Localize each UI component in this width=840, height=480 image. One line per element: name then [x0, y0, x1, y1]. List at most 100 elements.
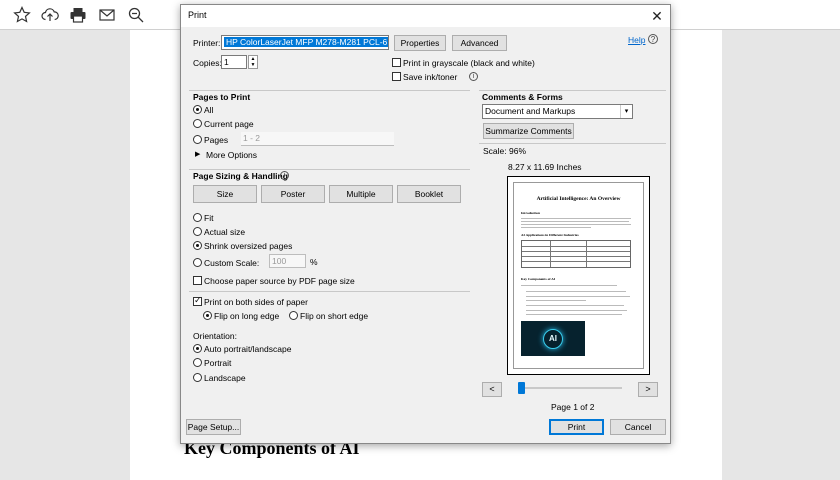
comments-forms-value: Document and Markups [485, 106, 576, 116]
shrink-radio[interactable] [193, 241, 202, 250]
comments-forms-heading: Comments & Forms [482, 92, 563, 102]
pages-all-radio[interactable] [193, 105, 202, 114]
short-edge-label: Flip on short edge [300, 311, 369, 321]
dialog-titlebar[interactable]: Print ✕ [181, 5, 670, 27]
preview-section-components: Key Components of AI [521, 277, 556, 281]
star-icon[interactable] [12, 5, 32, 25]
duplex-checkbox[interactable] [193, 295, 202, 306]
prev-page-button[interactable]: < [482, 382, 502, 397]
preview-ai-image-text: AI [543, 329, 563, 349]
page-indicator: Page 1 of 2 [551, 402, 595, 412]
printer-select[interactable]: HP ColorLaserJet MFP M278-M281 PCL-6 (V4… [221, 35, 389, 50]
dialog-title: Print [188, 10, 207, 20]
booklet-tab[interactable]: Booklet [397, 185, 461, 203]
comments-forms-select[interactable]: Document and Markups ▾ [482, 104, 633, 119]
short-edge-radio[interactable] [289, 311, 298, 320]
page-slider-track[interactable] [525, 387, 622, 389]
poster-tab[interactable]: Poster [261, 185, 325, 203]
landscape-label: Landscape [204, 373, 246, 383]
upload-icon[interactable] [40, 5, 60, 25]
help-link[interactable]: Help [628, 35, 645, 45]
duplex-label: Print on both sides of paper [204, 297, 308, 307]
preview-page-content: Artificial Intelligence: An Overview Int… [513, 182, 644, 369]
preview-ai-image: AI [521, 321, 585, 356]
long-edge-label: Flip on long edge [214, 311, 280, 321]
portrait-radio[interactable] [193, 358, 202, 367]
preview-table [521, 240, 631, 268]
preview-table-rule [522, 246, 630, 247]
preview-bullet-line [526, 291, 626, 292]
pages-range-input[interactable]: 1 - 2 [241, 132, 394, 146]
orientation-heading: Orientation: [193, 331, 237, 341]
help-icon[interactable]: ? [648, 34, 658, 44]
preview-text-line [521, 224, 631, 225]
preview-table-rule [586, 241, 587, 267]
preview-page-title: Artificial Intelligence: An Overview [536, 196, 621, 202]
current-page-label: Current page [204, 119, 254, 129]
preview-text-line [521, 218, 631, 219]
info-icon[interactable]: i [469, 72, 478, 81]
preview-text-line [521, 221, 629, 222]
size-tab[interactable]: Size [193, 185, 257, 203]
preview-section-apps: AI Applications in Different Industries [521, 233, 579, 237]
pages-range-label: Pages [204, 135, 229, 145]
paper-source-checkbox[interactable] [193, 276, 202, 285]
copies-stepper[interactable]: ▲ ▼ [248, 55, 258, 69]
pages-all-label: All [204, 105, 214, 115]
copies-input[interactable]: 1 [221, 55, 247, 69]
preview-page-size: 8.27 x 11.69 Inches [508, 162, 582, 172]
print-icon[interactable] [68, 5, 88, 25]
properties-button[interactable]: Properties [394, 35, 446, 51]
preview-scale: Scale: 96% [483, 146, 526, 156]
preview-table-rule [550, 241, 551, 267]
current-page-radio[interactable] [193, 119, 202, 128]
preview-table-rule [522, 251, 630, 252]
portrait-label: Portrait [204, 358, 232, 368]
multiple-tab[interactable]: Multiple [329, 185, 393, 203]
preview-bullet-line [526, 296, 630, 297]
more-options-chevron-icon[interactable]: ▶ [195, 150, 200, 158]
fit-label: Fit [204, 213, 214, 223]
print-button[interactable]: Print [549, 419, 604, 435]
page-slider-thumb[interactable] [518, 382, 525, 394]
printer-selected-value: HP ColorLaserJet MFP M278-M281 PCL-6 (V4… [224, 37, 388, 47]
pages-range-radio[interactable] [193, 135, 202, 144]
mail-icon[interactable] [97, 5, 117, 25]
grayscale-checkbox[interactable] [392, 58, 401, 67]
preview-page: Artificial Intelligence: An Overview Int… [507, 176, 650, 375]
preview-bullet-line [526, 305, 624, 306]
preview-bullet-line [526, 310, 627, 311]
next-page-button[interactable]: > [638, 382, 658, 397]
sizing-info-icon[interactable]: i [280, 171, 289, 180]
preview-table-rule [522, 256, 630, 257]
copies-label: Copies: [193, 58, 222, 68]
percent-label: % [310, 257, 318, 267]
custom-scale-radio[interactable] [193, 258, 202, 267]
actual-size-label: Actual size [204, 227, 246, 237]
save-ink-checkbox[interactable] [392, 72, 401, 81]
preview-section-intro: Introduction [521, 211, 540, 215]
custom-scale-input[interactable]: 100 [269, 254, 306, 268]
close-icon[interactable]: ✕ [648, 7, 666, 25]
paper-source-label: Choose paper source by PDF page size [204, 276, 355, 286]
duplex-divider [189, 291, 470, 292]
advanced-button[interactable]: Advanced [452, 35, 507, 51]
preview-divider [479, 143, 666, 144]
auto-orientation-radio[interactable] [193, 344, 202, 353]
page-setup-button[interactable]: Page Setup... [186, 419, 241, 435]
cancel-button[interactable]: Cancel [610, 419, 666, 435]
shrink-label: Shrink oversized pages [204, 241, 293, 251]
pages-to-print-heading: Pages to Print [193, 92, 251, 102]
long-edge-radio[interactable] [203, 311, 212, 320]
fit-radio[interactable] [193, 213, 202, 222]
comments-divider [479, 90, 666, 91]
landscape-radio[interactable] [193, 373, 202, 382]
page-sizing-heading: Page Sizing & Handling [193, 171, 288, 181]
more-options-toggle[interactable]: More Options [206, 150, 257, 160]
summarize-comments-button[interactable]: Summarize Comments [483, 123, 574, 139]
grayscale-label: Print in grayscale (black and white) [403, 58, 535, 68]
zoom-out-icon[interactable] [126, 5, 146, 25]
auto-orientation-label: Auto portrait/landscape [204, 344, 292, 354]
preview-text-line [521, 227, 591, 228]
actual-size-radio[interactable] [193, 227, 202, 236]
